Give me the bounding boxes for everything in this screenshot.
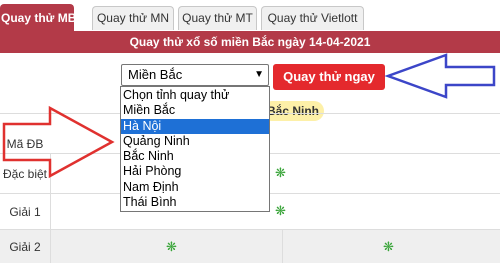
loading-spinner-icon: ❋ <box>166 239 177 254</box>
dropdown-option[interactable]: Quảng Ninh <box>121 134 269 149</box>
dropdown-option[interactable]: Chọn tỉnh quay thử <box>121 88 269 103</box>
dropdown-option[interactable]: Nam Định <box>121 180 269 195</box>
tab-quay-thu-vietlott[interactable]: Quay thử Vietlott <box>261 6 364 30</box>
dropdown-option[interactable]: Hải Phòng <box>121 164 269 179</box>
row-label: Đặc biệt <box>2 166 48 181</box>
tab-quay-thu-mn[interactable]: Quay thử MN <box>92 6 174 30</box>
spin-now-button[interactable]: Quay thử ngay <box>273 64 385 90</box>
loading-spinner-icon: ❋ <box>275 165 286 180</box>
tab-bar: Quay thử MB Quay thử MN Quay thử MT Quay… <box>0 0 500 32</box>
dropdown-option[interactable]: Bắc Ninh <box>121 149 269 164</box>
tab-quay-thu-mt[interactable]: Quay thử MT <box>178 6 257 30</box>
region-select-value: Miền Bắc <box>128 67 183 82</box>
chevron-down-icon: ▼ <box>254 69 264 80</box>
column-divider <box>282 230 283 263</box>
row-label: Mã ĐB <box>6 137 44 151</box>
region-dropdown-list: Chọn tỉnh quay thử Miền Bắc Hà Nội Quảng… <box>120 86 270 212</box>
loading-spinner-icon: ❋ <box>383 239 394 254</box>
region-select[interactable]: Miền Bắc ▼ <box>121 64 269 86</box>
dropdown-option[interactable]: Thái Bình <box>121 195 269 210</box>
table-row: Giải 2 ❋ ❋ <box>0 229 500 263</box>
column-divider <box>50 230 51 263</box>
dropdown-option-highlighted[interactable]: Hà Nội <box>121 118 269 134</box>
tab-quay-thu-mb[interactable]: Quay thử MB <box>0 4 76 32</box>
row-label: Giải 1 <box>9 204 41 219</box>
dropdown-option[interactable]: Miền Bắc <box>121 103 269 118</box>
row-label: Giải 2 <box>9 239 41 254</box>
page-title: Quay thử xổ số miền Bắc ngày 14-04-2021 <box>0 31 500 53</box>
loading-spinner-icon: ❋ <box>275 203 286 218</box>
column-divider <box>50 194 51 229</box>
column-divider <box>50 154 51 193</box>
